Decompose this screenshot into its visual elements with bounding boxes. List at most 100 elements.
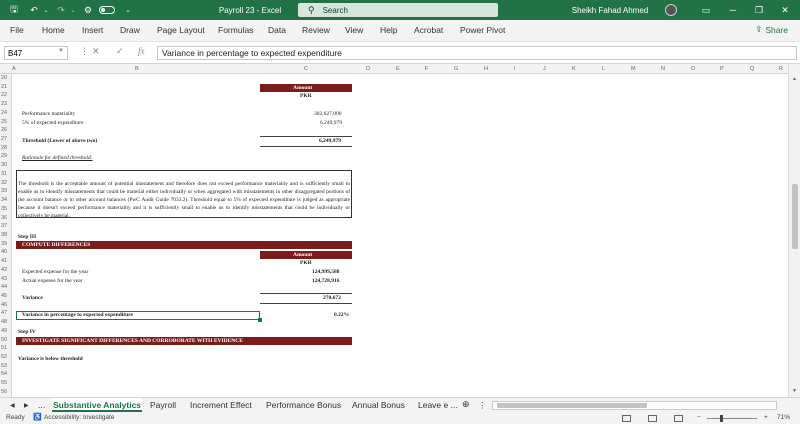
row-header[interactable]: 32 [0,180,12,186]
variance-pct-label[interactable]: Variance in percentage to expected expen… [22,312,133,318]
page-layout-view-icon[interactable] [648,415,657,422]
column-header-i[interactable]: I [514,66,516,72]
row-header[interactable]: 29 [0,153,12,159]
cancel-icon[interactable]: ✕ [92,46,100,57]
normal-view-icon[interactable] [622,415,631,422]
column-header-o[interactable]: O [691,66,695,72]
expected-expense-value[interactable]: 124,999,588 [312,269,340,275]
redo-icon[interactable]: ↷ [55,0,67,20]
column-header-r[interactable]: R [779,66,783,72]
row-header[interactable]: 28 [0,145,12,151]
accessibility-status[interactable]: Accessibility: Investigate [44,414,114,421]
save-icon[interactable]: 🖫 [8,0,20,20]
column-header-f[interactable]: F [425,66,428,72]
share-button[interactable]: ⇪ Share [755,24,788,35]
pct-expected-label[interactable]: 5% of expected expenditure [22,120,84,126]
variance-pct-value[interactable]: 0.22% [334,312,349,318]
row-header[interactable]: 35 [0,206,12,212]
autosave-toggle[interactable] [98,0,116,20]
column-header-m[interactable]: M [631,66,636,72]
sheet-tab-substantive-analytics[interactable]: Substantive Analytics [52,398,143,412]
sheet-tab-leave[interactable]: Leave e ... [418,400,458,410]
undo-icon[interactable]: ↶ [28,0,40,20]
row-header[interactable]: 52 [0,354,12,360]
ribbon-display-icon[interactable]: ▭ [700,0,712,20]
zoom-slider-thumb[interactable] [720,415,723,422]
row-header[interactable]: 41 [0,258,12,264]
row-header[interactable]: 43 [0,276,12,282]
row-header[interactable]: 27 [0,136,12,142]
step-4-label[interactable]: Step IV [18,329,36,335]
zoom-in-icon[interactable]: + [764,414,768,421]
variance-value[interactable]: 270,672 [323,295,341,301]
name-box[interactable]: B47 ▼ [4,46,68,60]
rationale-label[interactable]: Rationale for defined threshold: [22,155,93,161]
column-header-e[interactable]: E [396,66,400,72]
tab-scroll-right-icon[interactable]: ▶ [24,402,29,409]
tab-insert[interactable]: Insert [82,25,103,35]
row-header[interactable]: 50 [0,337,12,343]
user-name[interactable]: Sheikh Fahad Ahmed [555,0,665,20]
row-header[interactable]: 23 [0,101,12,107]
row-header[interactable]: 33 [0,188,12,194]
scroll-up-icon[interactable]: ▲ [792,76,797,82]
column-header-q[interactable]: Q [750,66,754,72]
horizontal-scroll-thumb[interactable] [497,403,647,408]
expected-expense-label[interactable]: Expected expense for the year [22,269,88,275]
sheet-tab-performance-bonus[interactable]: Performance Bonus [266,400,341,410]
row-header[interactable]: 34 [0,197,12,203]
enter-icon[interactable]: ✓ [116,46,124,57]
minimize-icon[interactable]: ─ [727,0,739,20]
scroll-down-icon[interactable]: ▼ [792,388,797,394]
insert-function-icon[interactable]: fx [138,46,145,56]
avatar[interactable] [664,0,678,20]
accessibility-icon[interactable]: ♿ [33,413,42,421]
column-header-l[interactable]: L [602,66,605,72]
row-header[interactable]: 49 [0,328,12,334]
customize-icon[interactable]: ⚙ [82,0,94,20]
actual-expense-label[interactable]: Actual expense for the year [22,278,82,284]
search-box[interactable]: ⚲ Search [298,3,498,17]
more-sheets-left[interactable]: ... [38,400,45,410]
rationale-text[interactable]: The threshold is the acceptable amount o… [18,180,350,220]
undo-dropdown-icon[interactable]: ⌄ [40,0,52,20]
row-header[interactable]: 55 [0,380,12,386]
tab-draw[interactable]: Draw [120,25,140,35]
row-header[interactable]: 38 [0,232,12,238]
variance-label[interactable]: Variance [22,295,43,301]
column-header-h[interactable]: H [484,66,488,72]
restore-icon[interactable]: ❐ [753,0,765,20]
row-header[interactable]: 42 [0,267,12,273]
row-header[interactable]: 51 [0,345,12,351]
column-header-k[interactable]: K [572,66,576,72]
formula-input[interactable]: Variance in percentage to expected expen… [157,46,797,60]
row-header[interactable]: 47 [0,310,12,316]
row-header[interactable]: 39 [0,241,12,247]
row-header[interactable]: 22 [0,92,12,98]
tab-home[interactable]: Home [42,25,65,35]
column-header-p[interactable]: P [720,66,724,72]
row-header[interactable]: 24 [0,110,12,116]
row-header[interactable]: 31 [0,171,12,177]
tab-view[interactable]: View [345,25,363,35]
tab-review[interactable]: Review [302,25,330,35]
zoom-out-icon[interactable]: − [697,414,701,421]
tab-help[interactable]: Help [380,25,397,35]
sheet-tab-payroll[interactable]: Payroll [150,400,176,410]
tab-power-pivot[interactable]: Power Pivot [460,25,505,35]
column-header-g[interactable]: G [454,66,458,72]
zoom-level[interactable]: 71% [777,414,790,421]
row-header[interactable]: 45 [0,293,12,299]
worksheet-grid[interactable]: Amount PKR Performance materiality 382,6… [12,74,788,397]
horizontal-scrollbar[interactable] [492,401,777,410]
sheet-tab-increment-effect[interactable]: Increment Effect [190,400,252,410]
step-3-label[interactable]: Step III [18,234,36,240]
redo-dropdown-icon[interactable]: ⌄ [67,0,79,20]
column-header-d[interactable]: D [366,66,370,72]
chevron-down-icon[interactable]: ▼ [58,48,64,54]
qat-dropdown-icon[interactable]: ⌄ [122,0,134,20]
row-header[interactable]: 40 [0,249,12,255]
scroll-thumb[interactable] [792,184,798,249]
perf-materiality-label[interactable]: Performance materiality [22,111,75,117]
row-header[interactable]: 20 [0,75,12,81]
